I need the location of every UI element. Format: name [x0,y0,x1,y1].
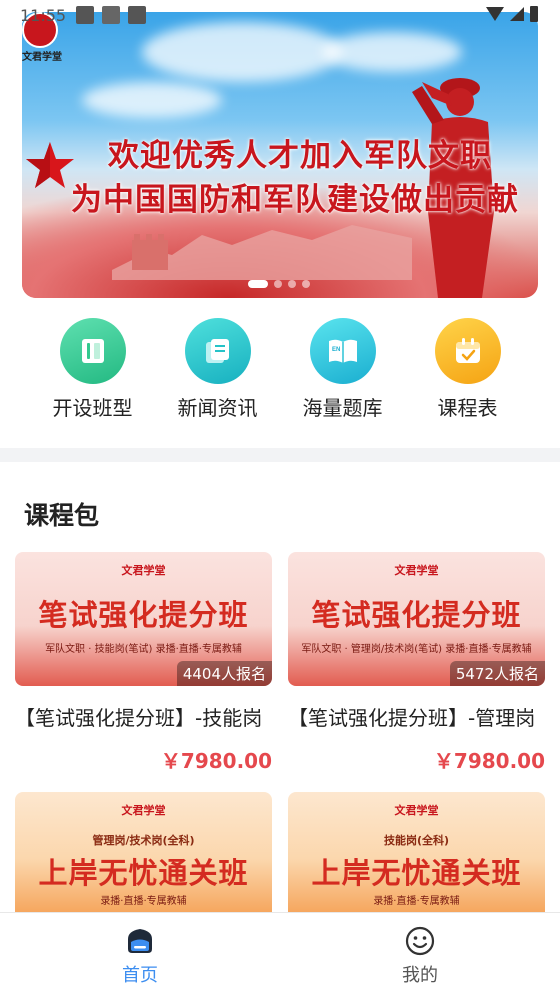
tab-mine[interactable]: 我的 [280,913,560,995]
cover-logo: 文君学堂 [394,564,439,577]
course-cover-image[interactable]: 文君学堂 笔试强化提分班 军队文职 · 管理岗/技术岗(笔试) 录播·直播·专属… [288,552,545,686]
keyboard-icon [102,6,120,24]
course-price: ￥7980.00 [433,749,545,773]
enrolled-count: 5472人报名 [449,661,545,686]
banner-headline: 欢迎优秀人才加入军队文职 [108,138,492,174]
carousel-dot[interactable] [274,280,282,288]
quick-nav-label: 课程表 [437,396,498,420]
wifi-icon [486,7,504,21]
cover-tag: 军队文职 · 管理岗/技术岗(笔试) 录播·直播·专属教辅 [301,644,532,655]
quick-nav-news[interactable]: 新闻资讯 [163,318,273,428]
qn-circle [184,318,251,384]
carousel-indicator[interactable] [248,280,310,288]
home-page: 11:55 文君学堂 欢迎优秀人才加入军队文职 为中国国防和军队建设做出贡献 开… [0,0,560,995]
course-name[interactable]: 【笔试强化提分班】-技能岗 [15,702,272,731]
course-card[interactable]: 文君学堂 笔试强化提分班 军队文职 · 技能岗(笔试) 录播·直播·专属教辅 4… [15,552,272,774]
quick-nav-label: 新闻资讯 [177,396,258,420]
cover-logo: 文君学堂 [394,804,439,817]
cover-tag-top: 管理岗/技术岗(全科) [92,834,195,847]
cover-title: 笔试强化提分班 [311,598,522,632]
home-icon [128,929,152,953]
course-name[interactable]: 【笔试强化提分班】-管理岗 [288,702,545,731]
status-icons [486,6,538,22]
tab-home[interactable]: 首页 [0,913,280,995]
notification-icon-2 [128,6,146,24]
calendar-icon [455,338,480,363]
quick-nav-label: 开设班型 [52,396,133,420]
quick-nav-label: 海量题库 [302,396,383,420]
book-icon [81,339,104,363]
banner-subheadline: 为中国国防和军队建设做出贡献 [71,182,519,218]
quick-nav-classes[interactable]: 开设班型 [38,318,148,428]
bottom-tab-bar: 首页 我的 [0,912,560,995]
qn-circle: EN [309,318,376,384]
carousel-dot[interactable] [302,280,310,288]
news-icon [205,339,229,363]
brand-logo-text: 文君学堂 [22,52,62,63]
quick-nav: 开设班型 新闻资讯 EN 海量题库 课程表 [0,318,560,428]
cover-title: 上岸无忧通关班 [38,856,249,890]
quick-nav-question-bank[interactable]: EN 海量题库 [288,318,398,428]
course-cover-image[interactable]: 文君学堂 笔试强化提分班 军队文职 · 技能岗(笔试) 录播·直播·专属教辅 4… [15,552,272,686]
great-wall-illustration [112,225,412,280]
course-card[interactable]: 文君学堂 管理岗/技术岗(全科) 上岸无忧通关班 录播·直播·专属教辅 [15,792,272,926]
section-title: 课程包 [24,501,100,530]
course-price: ￥7980.00 [160,749,272,773]
smiley-profile-icon [405,926,435,956]
status-bar: 11:55 [0,0,560,32]
cover-logo: 文君学堂 [121,564,166,577]
section-divider [0,448,560,462]
status-time: 11:55 [20,6,67,25]
battery-icon [530,6,538,22]
tab-label: 我的 [402,965,438,986]
signal-icon [510,7,524,21]
cover-tag: 录播·直播·专属教辅 [100,896,187,907]
cover-title: 上岸无忧通关班 [311,856,522,890]
cover-tag-top: 技能岗(全科) [383,834,450,847]
svg-text:EN: EN [332,347,340,353]
carousel-dot[interactable] [248,280,268,288]
course-card[interactable]: 文君学堂 技能岗(全科) 上岸无忧通关班 录播·直播·专属教辅 [288,792,545,926]
carousel-dot[interactable] [288,280,296,288]
course-cover-image[interactable]: 文君学堂 技能岗(全科) 上岸无忧通关班 录播·直播·专属教辅 [288,792,545,926]
quick-nav-schedule[interactable]: 课程表 [413,318,523,428]
tab-label: 首页 [122,965,158,986]
question-bank-icon: EN [328,339,357,363]
cover-tag: 录播·直播·专属教辅 [373,896,460,907]
cover-tag: 军队文职 · 技能岗(笔试) 录播·直播·专属教辅 [45,644,242,655]
course-card[interactable]: 文君学堂 笔试强化提分班 军队文职 · 管理岗/技术岗(笔试) 录播·直播·专属… [288,552,545,774]
notification-icon [76,6,94,24]
cloud-decoration [82,82,222,118]
banner-carousel[interactable]: 文君学堂 欢迎优秀人才加入军队文职 为中国国防和军队建设做出贡献 [22,12,538,298]
qn-circle [434,318,501,384]
course-cover-image[interactable]: 文君学堂 管理岗/技术岗(全科) 上岸无忧通关班 录播·直播·专属教辅 [15,792,272,926]
qn-circle [59,318,126,384]
cover-logo: 文君学堂 [121,804,166,817]
enrolled-count: 4404人报名 [176,661,272,686]
cover-title: 笔试强化提分班 [38,598,249,632]
